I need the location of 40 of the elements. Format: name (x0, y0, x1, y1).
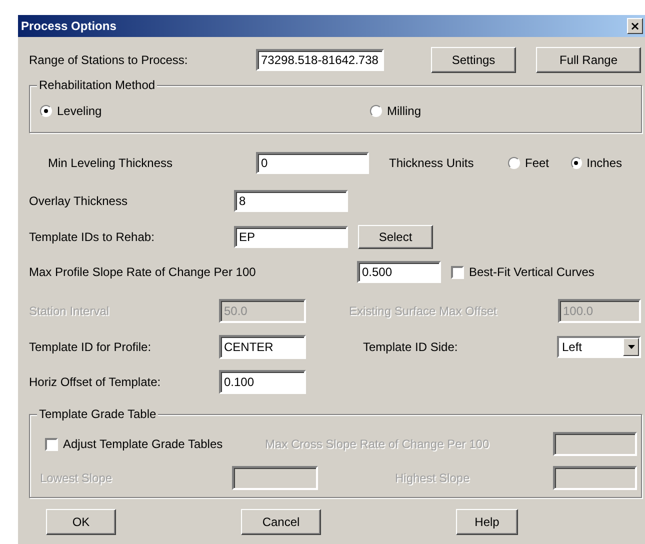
field-label: Range of Stations to Process: (29, 53, 188, 67)
close-button[interactable]: × (627, 18, 643, 34)
field-label: Max Profile Slope Rate of Change Per 100 (29, 265, 256, 279)
text-field[interactable]: 8 (234, 190, 348, 212)
radio-label[interactable]: Inches (586, 156, 622, 170)
text-field[interactable]: 0.500 (357, 261, 441, 283)
field-label: Horiz Offset of Template: (29, 375, 161, 389)
radio-button[interactable] (508, 157, 520, 169)
radio-button[interactable] (370, 105, 382, 117)
radio-label[interactable]: Feet (525, 156, 550, 170)
ok-button[interactable]: OK (46, 509, 116, 535)
field-label: Overlay Thickness (29, 194, 128, 208)
group-title: Template Grade Table (37, 407, 158, 421)
window-title: Process Options (21, 19, 116, 33)
group-title: Rehabilitation Method (37, 78, 158, 92)
radio-button[interactable] (571, 157, 582, 169)
text-field[interactable]: 0.100 (219, 370, 306, 394)
select-button[interactable]: Select (358, 225, 433, 249)
field-label: Thickness Units (389, 156, 474, 170)
settings-button[interactable]: Settings (431, 47, 516, 73)
radio-label[interactable]: Milling (387, 104, 422, 118)
text-field[interactable]: CENTER (219, 335, 306, 359)
field-label: Template IDs to Rehab: (29, 230, 154, 244)
field-label: Template ID for Profile: (29, 340, 152, 354)
dropdown-value: Left (562, 340, 582, 354)
field-label: Min Leveling Thickness (48, 156, 173, 170)
text-field[interactable]: EP (234, 226, 348, 248)
full-range-button[interactable]: Full Range (536, 47, 641, 73)
checkbox[interactable] (45, 438, 58, 450)
field-label: Template ID Side: (363, 340, 458, 354)
radio-label[interactable]: Leveling (57, 104, 102, 118)
checkbox-label[interactable]: Best-Fit Vertical Curves (469, 265, 594, 279)
radio-button[interactable] (40, 105, 52, 117)
checkbox[interactable] (451, 266, 464, 278)
text-field[interactable]: 73298.518-81642.738 (256, 49, 384, 71)
dropdown[interactable]: Left (557, 336, 641, 358)
cancel-button[interactable]: Cancel (241, 509, 321, 535)
checkbox-label[interactable]: Adjust Template Grade Tables (63, 437, 223, 451)
text-field[interactable]: 0 (256, 152, 369, 174)
help-button[interactable]: Help (456, 509, 518, 535)
